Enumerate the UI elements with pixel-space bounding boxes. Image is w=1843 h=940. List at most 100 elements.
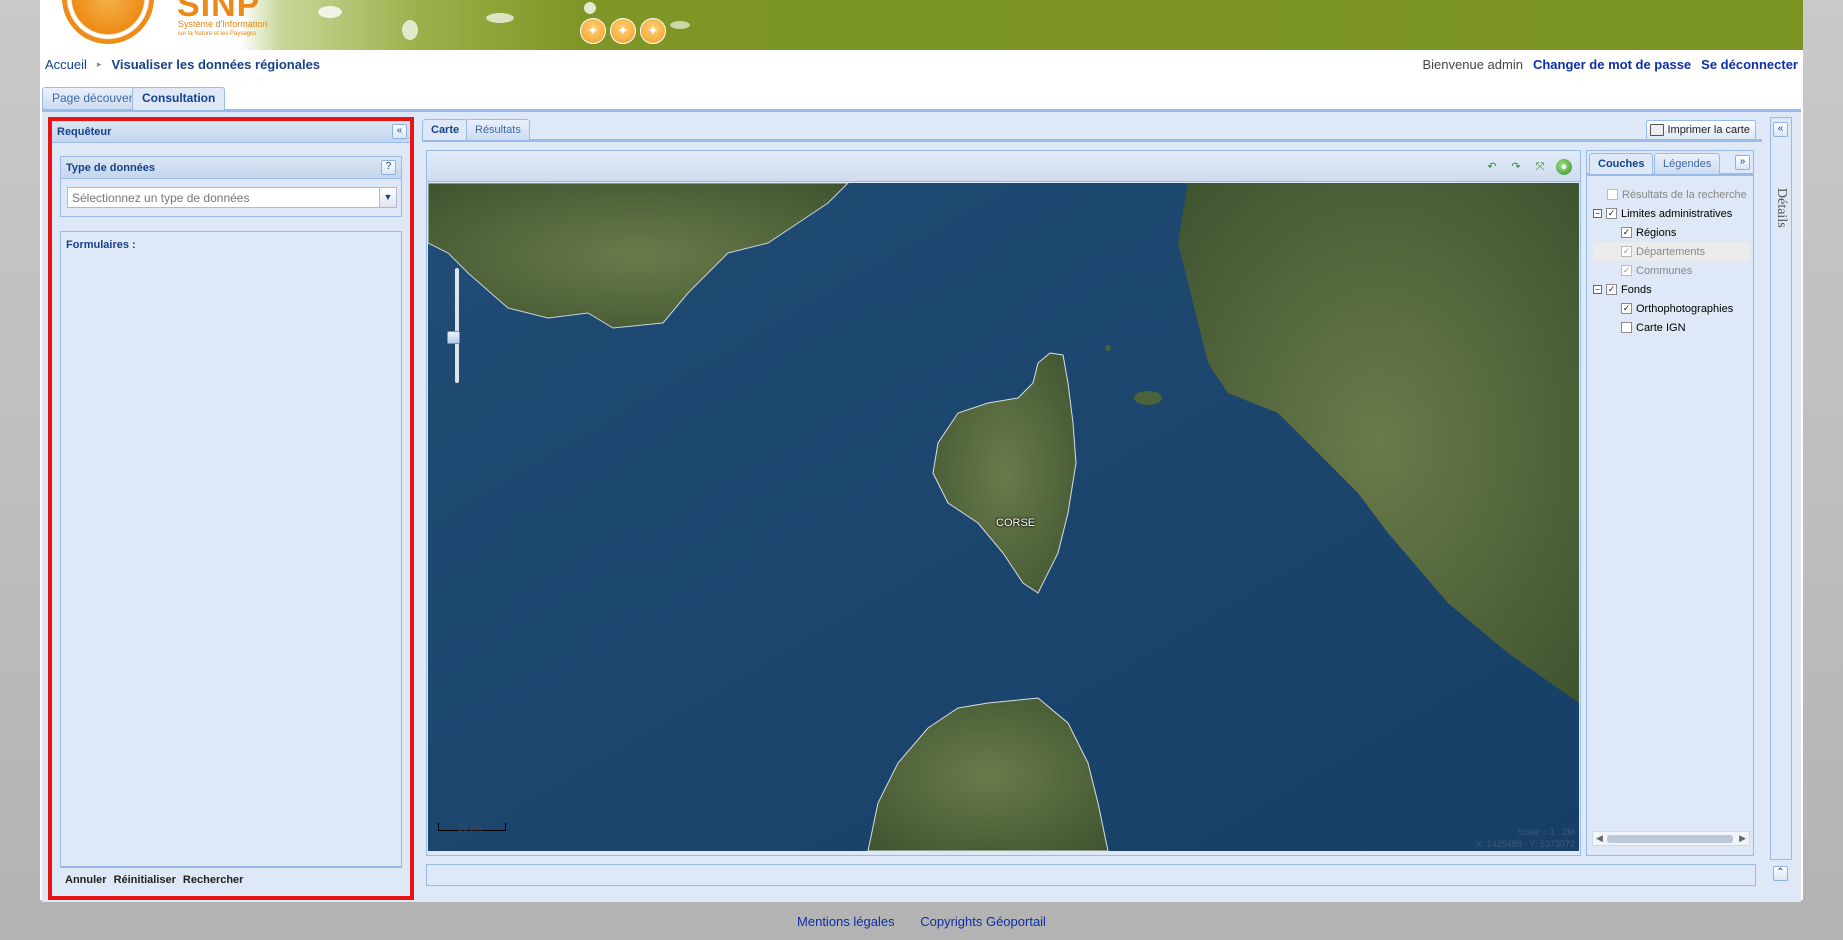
top-navigation: Accueil ▸ Visualiser les données régiona… (40, 50, 1803, 78)
layer-label: Communes (1636, 264, 1693, 277)
tab-legendes[interactable]: Légendes (1654, 153, 1721, 174)
scroll-right-icon[interactable]: ▶ (1739, 833, 1746, 844)
data-type-placeholder: Sélectionnez un type de données (72, 191, 250, 205)
zoom-slider-handle[interactable] (447, 331, 460, 344)
tab-resultats[interactable]: Résultats (466, 119, 530, 140)
logo-subtitle: Système d'Information (178, 19, 268, 29)
search-button[interactable]: Rechercher (183, 874, 244, 887)
app-window: SINP Système d'Information sur la Nature… (40, 0, 1803, 902)
logo-subtitle-2: sur la Nature et les Paysages (178, 31, 257, 37)
tab-couches[interactable]: Couches (1589, 153, 1654, 174)
scrollbar-thumb[interactable] (1607, 835, 1733, 843)
layer-checkbox[interactable]: ✓ (1621, 227, 1632, 238)
scale-bar-label: 50 km (458, 823, 483, 833)
layers-panel: Couches Légendes » Résultats de la reche… (1586, 150, 1754, 856)
layer-limites-administratives[interactable]: − ✓ Limites administratives (1593, 204, 1749, 223)
map-region-label: CORSE (996, 517, 1036, 529)
page-tabs: Page découverte Consultation (42, 86, 1801, 112)
main-content: Requêteur « Type de données ? Sélectionn… (42, 112, 1801, 902)
layer-fonds[interactable]: − ✓ Fonds (1593, 280, 1749, 299)
welcome-text: Bienvenue admin (1422, 57, 1523, 72)
details-label[interactable]: Détails (1773, 188, 1789, 228)
data-type-title: Type de données (61, 157, 401, 179)
layer-carte-ign[interactable]: Carte IGN (1593, 318, 1749, 337)
banner-bubbles: ✦ ✦ ✦ (580, 18, 666, 44)
collapse-layers-icon[interactable]: » (1735, 155, 1750, 170)
change-password-link[interactable]: Changer de mot de passe (1533, 57, 1691, 72)
header-banner: SINP Système d'Information sur la Nature… (40, 0, 1803, 50)
map-coordinates: X: 1425488 - Y: 5373072 (1475, 839, 1575, 849)
data-type-label: Type de données (66, 162, 156, 174)
expand-bottom-icon[interactable]: ⌃ (1773, 866, 1788, 881)
undo-icon[interactable]: ↶ (1484, 159, 1500, 175)
horizontal-scrollbar[interactable]: ◀ ▶ (1592, 831, 1750, 846)
logout-link[interactable]: Se déconnecter (1701, 57, 1798, 72)
map-view[interactable]: CORSE 50 km Scale = 1 : 2M X: 1425488 - … (428, 183, 1579, 851)
data-type-fieldset: Type de données ? Sélectionnez un type d… (60, 156, 402, 217)
layer-checkbox[interactable]: ✓ (1621, 303, 1632, 314)
forms-label: Formulaires : (66, 239, 136, 251)
data-type-select[interactable]: Sélectionnez un type de données ▼ (67, 187, 397, 208)
layer-checkbox[interactable]: ✓ (1606, 284, 1617, 295)
sinp-logo (62, 0, 154, 44)
layer-checkbox[interactable]: ✓ (1621, 246, 1632, 257)
user-menu: Bienvenue admin Changer de mot de passe … (1422, 57, 1798, 72)
tab-consultation[interactable]: Consultation (132, 87, 226, 110)
zoom-extent-icon[interactable]: ⤧ (1532, 159, 1548, 175)
print-map-label: Imprimer la carte (1667, 124, 1750, 136)
collapse-left-icon[interactable]: « (392, 124, 407, 139)
chevron-down-icon[interactable]: ▼ (379, 188, 396, 207)
layer-checkbox[interactable]: ✓ (1621, 265, 1632, 276)
collapse-icon[interactable]: − (1593, 209, 1602, 218)
expand-details-icon[interactable]: « (1773, 122, 1788, 137)
bottom-collapsed-panel (426, 864, 1756, 886)
map-toolbar: ↶ ↷ ⤧ ● (427, 151, 1580, 182)
collapse-icon[interactable]: − (1593, 285, 1602, 294)
layer-label: Carte IGN (1636, 321, 1686, 334)
layer-resultats[interactable]: Résultats de la recherche (1593, 185, 1749, 204)
tab-carte[interactable]: Carte (422, 119, 469, 140)
bird-icon: ✦ (580, 18, 606, 44)
layer-label: Orthophotographies (1636, 302, 1734, 315)
requeteur-panel: Requêteur « Type de données ? Sélectionn… (48, 117, 414, 900)
layer-checkbox[interactable] (1607, 189, 1618, 200)
mammal-icon: ✦ (640, 18, 666, 44)
cancel-button[interactable]: Annuler (65, 874, 107, 887)
map-panel: ↶ ↷ ⤧ ● CORSE 50 km Scale = 1: 2M X: 14… (426, 150, 1581, 856)
breadcrumb-current[interactable]: Visualiser les données régionales (111, 57, 320, 72)
center-area: Carte Résultats Imprimer la carte ↶ ↷ ⤧ … (422, 117, 1762, 900)
requeteur-header: Requêteur (52, 121, 410, 143)
layer-communes[interactable]: ✓ Communes (1593, 261, 1749, 280)
layer-checkbox[interactable] (1621, 322, 1632, 333)
layers-tabs: Couches Légendes » (1587, 151, 1753, 176)
layer-label: Résultats de la recherche (1622, 188, 1747, 201)
layers-tree: Résultats de la recherche − ✓ Limites ad… (1593, 185, 1749, 337)
layer-label: Fonds (1621, 283, 1652, 296)
breadcrumb-home-link[interactable]: Accueil (45, 57, 87, 72)
fish-icon: ✦ (610, 18, 636, 44)
forms-area: Formulaires : (60, 231, 402, 867)
redo-icon[interactable]: ↷ (1508, 159, 1524, 175)
requeteur-actions: Annuler Réinitialiser Rechercher (60, 867, 402, 893)
layer-label: Limites administratives (1621, 207, 1733, 220)
scroll-left-icon[interactable]: ◀ (1596, 833, 1603, 844)
layer-checkbox[interactable]: ✓ (1606, 208, 1617, 219)
breadcrumb-separator-icon: ▸ (96, 59, 102, 69)
layer-regions[interactable]: ✓ Régions (1593, 223, 1749, 242)
help-icon[interactable]: ? (381, 160, 396, 175)
layer-departements[interactable]: ✓ Départements (1593, 242, 1749, 261)
breadcrumb: Accueil ▸ Visualiser les données régiona… (45, 57, 320, 72)
requeteur-title: Requêteur (57, 126, 112, 138)
zoom-slider-track[interactable] (455, 268, 459, 383)
layer-orthophotographies[interactable]: ✓ Orthophotographies (1593, 299, 1749, 318)
layer-label: Régions (1636, 226, 1677, 239)
globe-icon[interactable]: ● (1556, 159, 1572, 175)
print-map-button[interactable]: Imprimer la carte (1646, 120, 1756, 140)
reset-button[interactable]: Réinitialiser (114, 874, 176, 887)
map-scale-text: Scale = 1 : 2M (1517, 827, 1575, 837)
legal-notice-link[interactable]: Mentions légales (797, 914, 895, 929)
page-footer: Mentions légales Copyrights Géoportail (0, 914, 1843, 929)
map-tabs: Carte Résultats Imprimer la carte (422, 117, 1762, 142)
details-panel: « Détails (1770, 117, 1792, 860)
copyright-link[interactable]: Copyrights Géoportail (920, 914, 1046, 929)
